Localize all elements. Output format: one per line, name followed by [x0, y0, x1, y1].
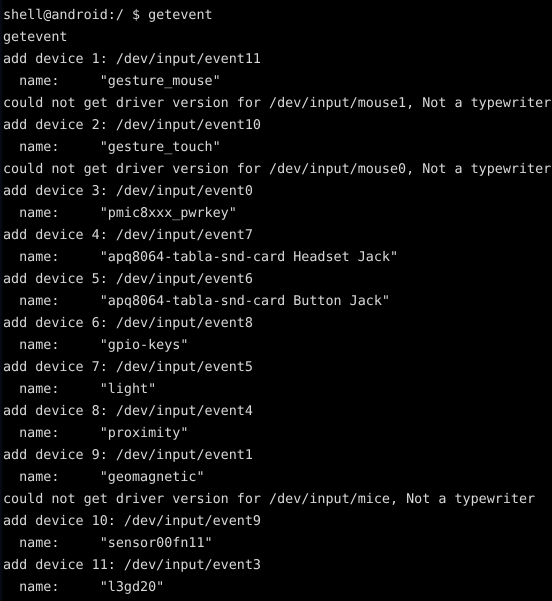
terminal-line: name: "gpio-keys"	[3, 338, 189, 353]
terminal-line: could not get driver version for /dev/in…	[3, 162, 552, 177]
terminal-line: add device 3: /dev/input/event0	[3, 184, 253, 199]
terminal-line: name: "pmic8xxx_pwrkey"	[3, 206, 237, 221]
terminal-line: name: "gesture_mouse"	[3, 74, 221, 89]
terminal-line: add device 4: /dev/input/event7	[3, 228, 253, 243]
terminal-line: add device 7: /dev/input/event5	[3, 360, 253, 375]
terminal-line: name: "geomagnetic"	[3, 470, 205, 485]
terminal-line: add device 2: /dev/input/event10	[3, 118, 261, 133]
terminal-output[interactable]: shell@android:/ $ getevent getevent add de…	[0, 0, 552, 601]
terminal-line: name: "gesture_touch"	[3, 140, 221, 155]
terminal-line: add device 5: /dev/input/event6	[3, 272, 253, 287]
terminal-line: name: "apq8064-tabla-snd-card Headset Ja…	[3, 250, 399, 265]
terminal-line: name: "l3gd20"	[3, 580, 165, 595]
terminal-line: name: "apq8064-tabla-snd-card Button Jac…	[3, 294, 390, 309]
terminal-line: add device 6: /dev/input/event8	[3, 316, 253, 331]
terminal-line: shell@android:/ $ getevent	[3, 8, 213, 23]
terminal-window[interactable]: shell@android:/ $ getevent getevent add de…	[0, 0, 552, 601]
terminal-line: could not get driver version for /dev/in…	[3, 96, 552, 111]
terminal-line: add device 11: /dev/input/event3	[3, 558, 261, 573]
terminal-line: add device 9: /dev/input/event1	[3, 448, 253, 463]
terminal-line: add device 1: /dev/input/event11	[3, 52, 261, 67]
terminal-line: could not get driver version for /dev/in…	[3, 492, 536, 507]
terminal-line: name: "sensor00fn11"	[3, 536, 213, 551]
terminal-line: name: "proximity"	[3, 426, 189, 441]
terminal-line: add device 10: /dev/input/event9	[3, 514, 261, 529]
terminal-line: getevent	[3, 30, 68, 45]
terminal-line: add device 8: /dev/input/event4	[3, 404, 253, 419]
terminal-line: name: "light"	[3, 382, 157, 397]
